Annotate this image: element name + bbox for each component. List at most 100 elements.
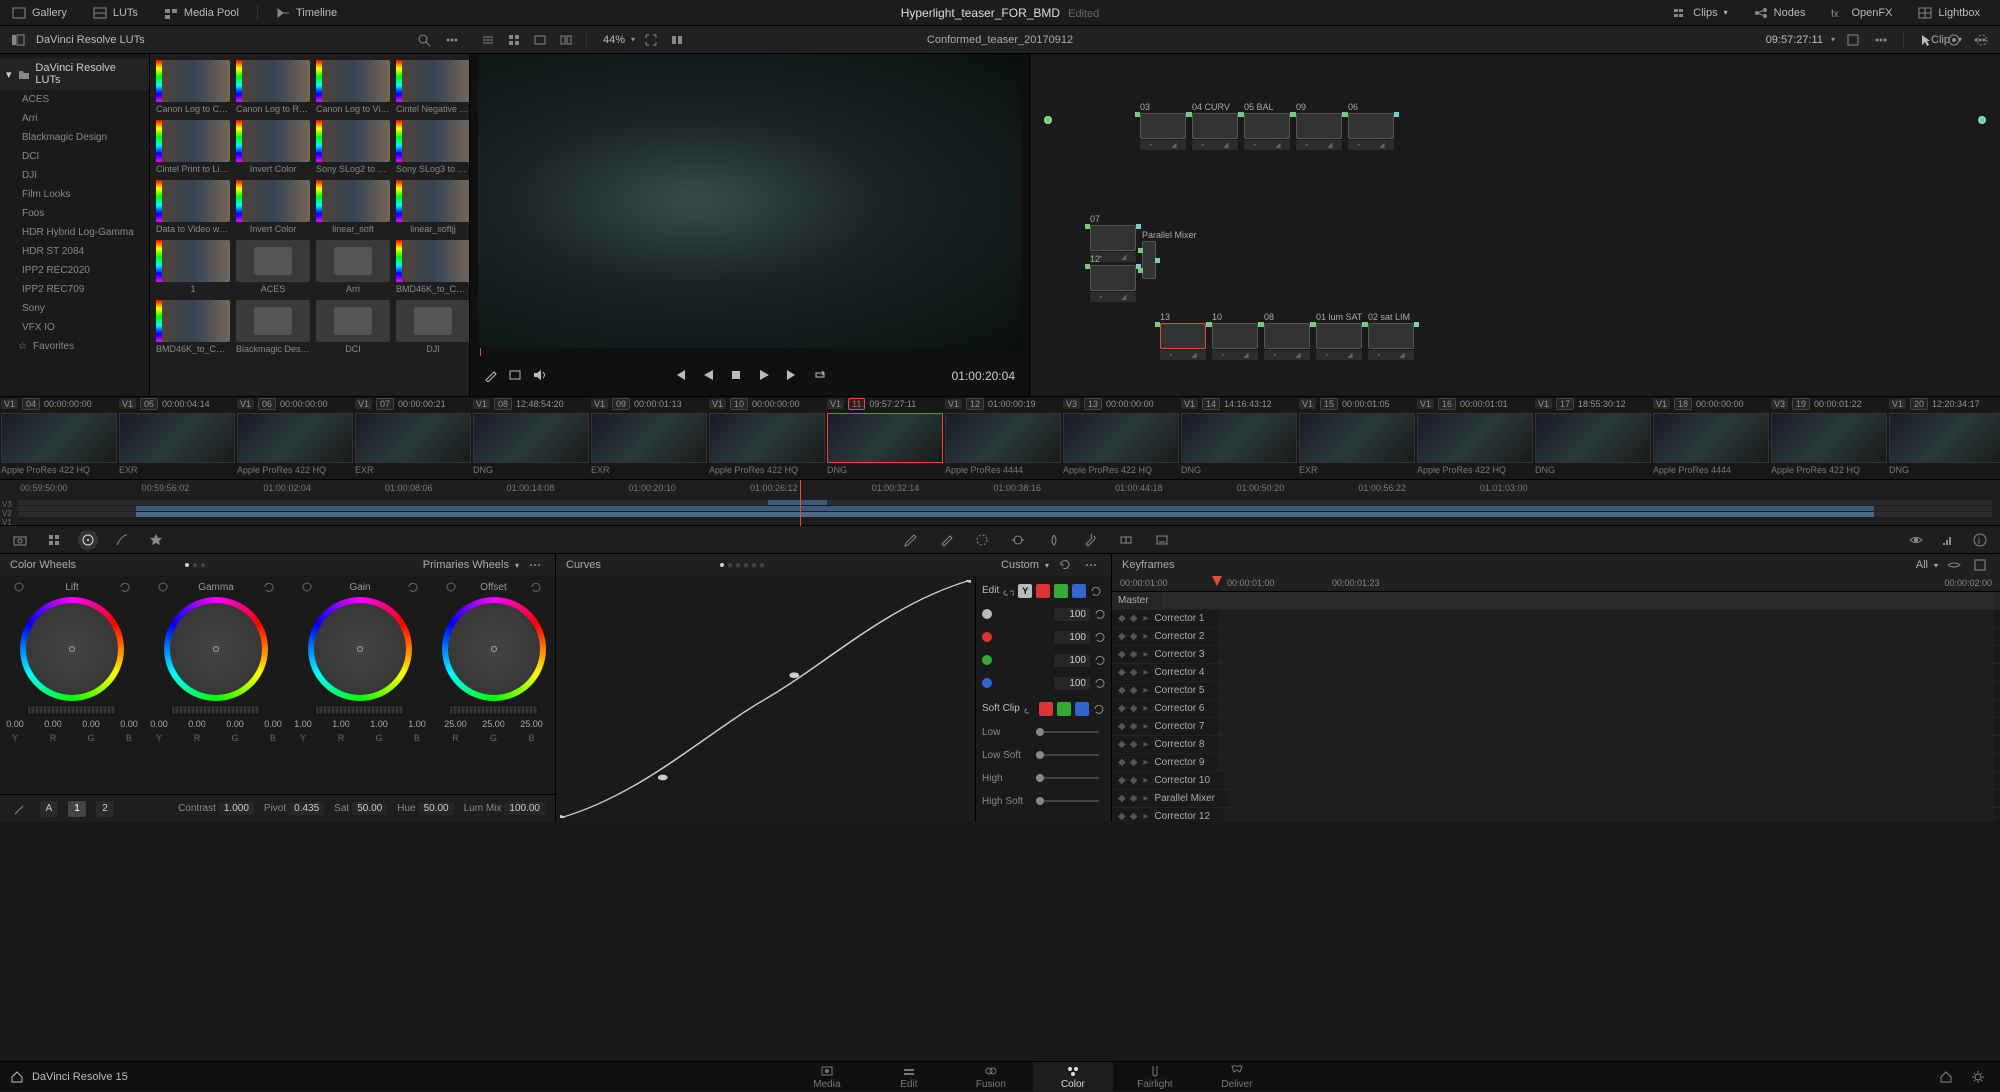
lut-item[interactable]: BMD46K_to_Comet...: [396, 240, 470, 294]
kf-row[interactable]: ◆◆▸Corrector 8: [1112, 736, 2000, 754]
color-wheel[interactable]: [442, 597, 546, 701]
wheel-value[interactable]: 0.00: [220, 719, 250, 729]
clip-thumbnail[interactable]: V10812:48:54:20DNG: [472, 397, 590, 479]
intensity-value[interactable]: 100: [1054, 654, 1090, 667]
lut-item[interactable]: DCI: [316, 300, 390, 354]
jog-wheel[interactable]: [315, 705, 405, 715]
sc-b-button[interactable]: [1075, 702, 1089, 716]
wheel-value[interactable]: 0.00: [144, 719, 174, 729]
reset-icon[interactable]: [407, 582, 418, 593]
kf-row[interactable]: ◆◆▸Corrector 9: [1112, 754, 2000, 772]
link-icon[interactable]: [1003, 586, 1014, 597]
node-09[interactable]: 09▪◢: [1296, 102, 1342, 150]
clip-thumbnail[interactable]: V11800:00:00:00Apple ProRes 4444: [1652, 397, 1770, 479]
clip-thumbnail[interactable]: V31300:00:00:00Apple ProRes 422 HQ: [1062, 397, 1180, 479]
intensity-value[interactable]: 100: [1054, 677, 1090, 690]
color-wheel[interactable]: [164, 597, 268, 701]
auto-balance-button[interactable]: [10, 799, 30, 819]
kf-ruler[interactable]: 00:00:01:00 00:00:01:00 00:00:01:23 00:0…: [1112, 576, 2000, 592]
sidebar-toggle[interactable]: [8, 30, 28, 50]
sc-r-button[interactable]: [1039, 702, 1053, 716]
node-08[interactable]: 08▪◢: [1264, 312, 1310, 360]
picker-icon[interactable]: [158, 582, 169, 593]
softclip-slider[interactable]: [1036, 731, 1099, 733]
lut-item[interactable]: Cintel Print to Linear: [156, 120, 230, 174]
curves-tool-button[interactable]: [112, 530, 132, 550]
loop-button[interactable]: [813, 368, 827, 385]
ng-opts-button[interactable]: [1970, 30, 1990, 50]
reset-icon[interactable]: [263, 582, 274, 593]
lut-item[interactable]: BMD46K_to_Comet...: [156, 300, 230, 354]
lightbox-button[interactable]: Lightbox: [1906, 2, 1992, 24]
wheel-value[interactable]: 0.00: [76, 719, 106, 729]
page-2-button[interactable]: 2: [96, 801, 114, 817]
chan-r-button[interactable]: [1036, 584, 1050, 598]
viewer-timecode[interactable]: 09:57:27:11: [1766, 34, 1823, 46]
window-button[interactable]: [936, 530, 956, 550]
kf-row[interactable]: ◆◆▸Corrector 7: [1112, 718, 2000, 736]
picker-icon[interactable]: [446, 582, 457, 593]
viewer-image[interactable]: [478, 54, 1021, 348]
nodes-button[interactable]: Nodes: [1742, 2, 1818, 24]
kf-playhead[interactable]: [1212, 576, 1222, 586]
lut-item[interactable]: Canon Log to Rec709: [236, 60, 310, 114]
clip-thumbnail[interactable]: V11109:57:27:11DNG: [826, 397, 944, 479]
clip-thumbnail[interactable]: V11414:16:43:12DNG: [1180, 397, 1298, 479]
lut-item[interactable]: Sony SLog2 to Rec709: [316, 120, 390, 174]
qualifier-button[interactable]: [900, 530, 920, 550]
lut-tree-item[interactable]: HDR Hybrid Log-Gamma: [0, 223, 149, 242]
view-b-button[interactable]: [556, 30, 576, 50]
lut-tree-item[interactable]: Blackmagic Design: [0, 128, 149, 147]
clip-thumbnail[interactable]: V12012:20:34:17DNG: [1888, 397, 2000, 479]
intensity-value[interactable]: 100: [1054, 608, 1090, 621]
view-a-button[interactable]: [530, 30, 550, 50]
jog-wheel[interactable]: [171, 705, 261, 715]
img-wipe-button[interactable]: [508, 368, 522, 385]
lut-item[interactable]: Canon Log to Cineon: [156, 60, 230, 114]
node-10[interactable]: 10▪◢: [1212, 312, 1258, 360]
clips-dropdown[interactable]: Clips▾: [1661, 2, 1739, 24]
picker-a-button[interactable]: A: [40, 801, 58, 817]
lut-tree-item[interactable]: Foos: [0, 204, 149, 223]
reset-icon[interactable]: [119, 582, 130, 593]
picker-icon[interactable]: [14, 582, 25, 593]
page-tab-fusion[interactable]: Fusion: [951, 1062, 1031, 1092]
home-icon[interactable]: [10, 1070, 24, 1084]
timeline-name[interactable]: Conformed_teaser_20170912: [927, 34, 1073, 46]
lut-tree-item[interactable]: DJI: [0, 166, 149, 185]
clip-thumbnail[interactable]: V31900:00:01:22Apple ProRes 422 HQ: [1770, 397, 1888, 479]
stop-button[interactable]: [729, 368, 743, 385]
first-frame-button[interactable]: [673, 368, 687, 385]
node-05[interactable]: 05 BAL▪◢: [1244, 102, 1290, 150]
favorites-item[interactable]: ☆Favorites: [0, 337, 149, 356]
lut-item[interactable]: Invert Color: [236, 180, 310, 234]
node-13[interactable]: 13▪◢: [1160, 312, 1206, 360]
lut-tree-item[interactable]: Sony: [0, 299, 149, 318]
data-burn-button[interactable]: [1152, 530, 1172, 550]
clip-thumbnail[interactable]: V10400:00:00:00Apple ProRes 422 HQ: [0, 397, 118, 479]
parallel-mixer-node[interactable]: Parallel Mixer: [1142, 230, 1197, 279]
curves-opts[interactable]: [1081, 555, 1101, 575]
lut-tree-item[interactable]: Arri: [0, 109, 149, 128]
softclip-slider[interactable]: [1036, 754, 1099, 756]
softclip-slider[interactable]: [1036, 777, 1099, 779]
wheel-value[interactable]: 0.00: [0, 719, 30, 729]
clip-thumbnail[interactable]: V11000:00:00:00Apple ProRes 422 HQ: [708, 397, 826, 479]
link-icon[interactable]: [1024, 704, 1035, 715]
clip-thumbnail[interactable]: V11500:00:01:05EXR: [1298, 397, 1416, 479]
lut-item[interactable]: 1: [156, 240, 230, 294]
star-button[interactable]: [146, 530, 166, 550]
clip-thumbnail[interactable]: V10600:00:00:00Apple ProRes 422 HQ: [236, 397, 354, 479]
wheel-value[interactable]: 25.00: [441, 719, 471, 729]
reset-icon[interactable]: [1094, 632, 1105, 643]
lut-tree-item[interactable]: IPP2 REC2020: [0, 261, 149, 280]
lut-tree-item[interactable]: VFX IO: [0, 318, 149, 337]
intensity-value[interactable]: 100: [1054, 631, 1090, 644]
curve-editor[interactable]: [560, 580, 971, 818]
kf-row[interactable]: ◆◆▸Corrector 6: [1112, 700, 2000, 718]
camera-raw-button[interactable]: [10, 530, 30, 550]
stereo-button[interactable]: [1116, 530, 1136, 550]
wheel-value[interactable]: 25.00: [517, 719, 547, 729]
mute-button[interactable]: [532, 368, 546, 385]
reset-icon[interactable]: [1094, 678, 1105, 689]
